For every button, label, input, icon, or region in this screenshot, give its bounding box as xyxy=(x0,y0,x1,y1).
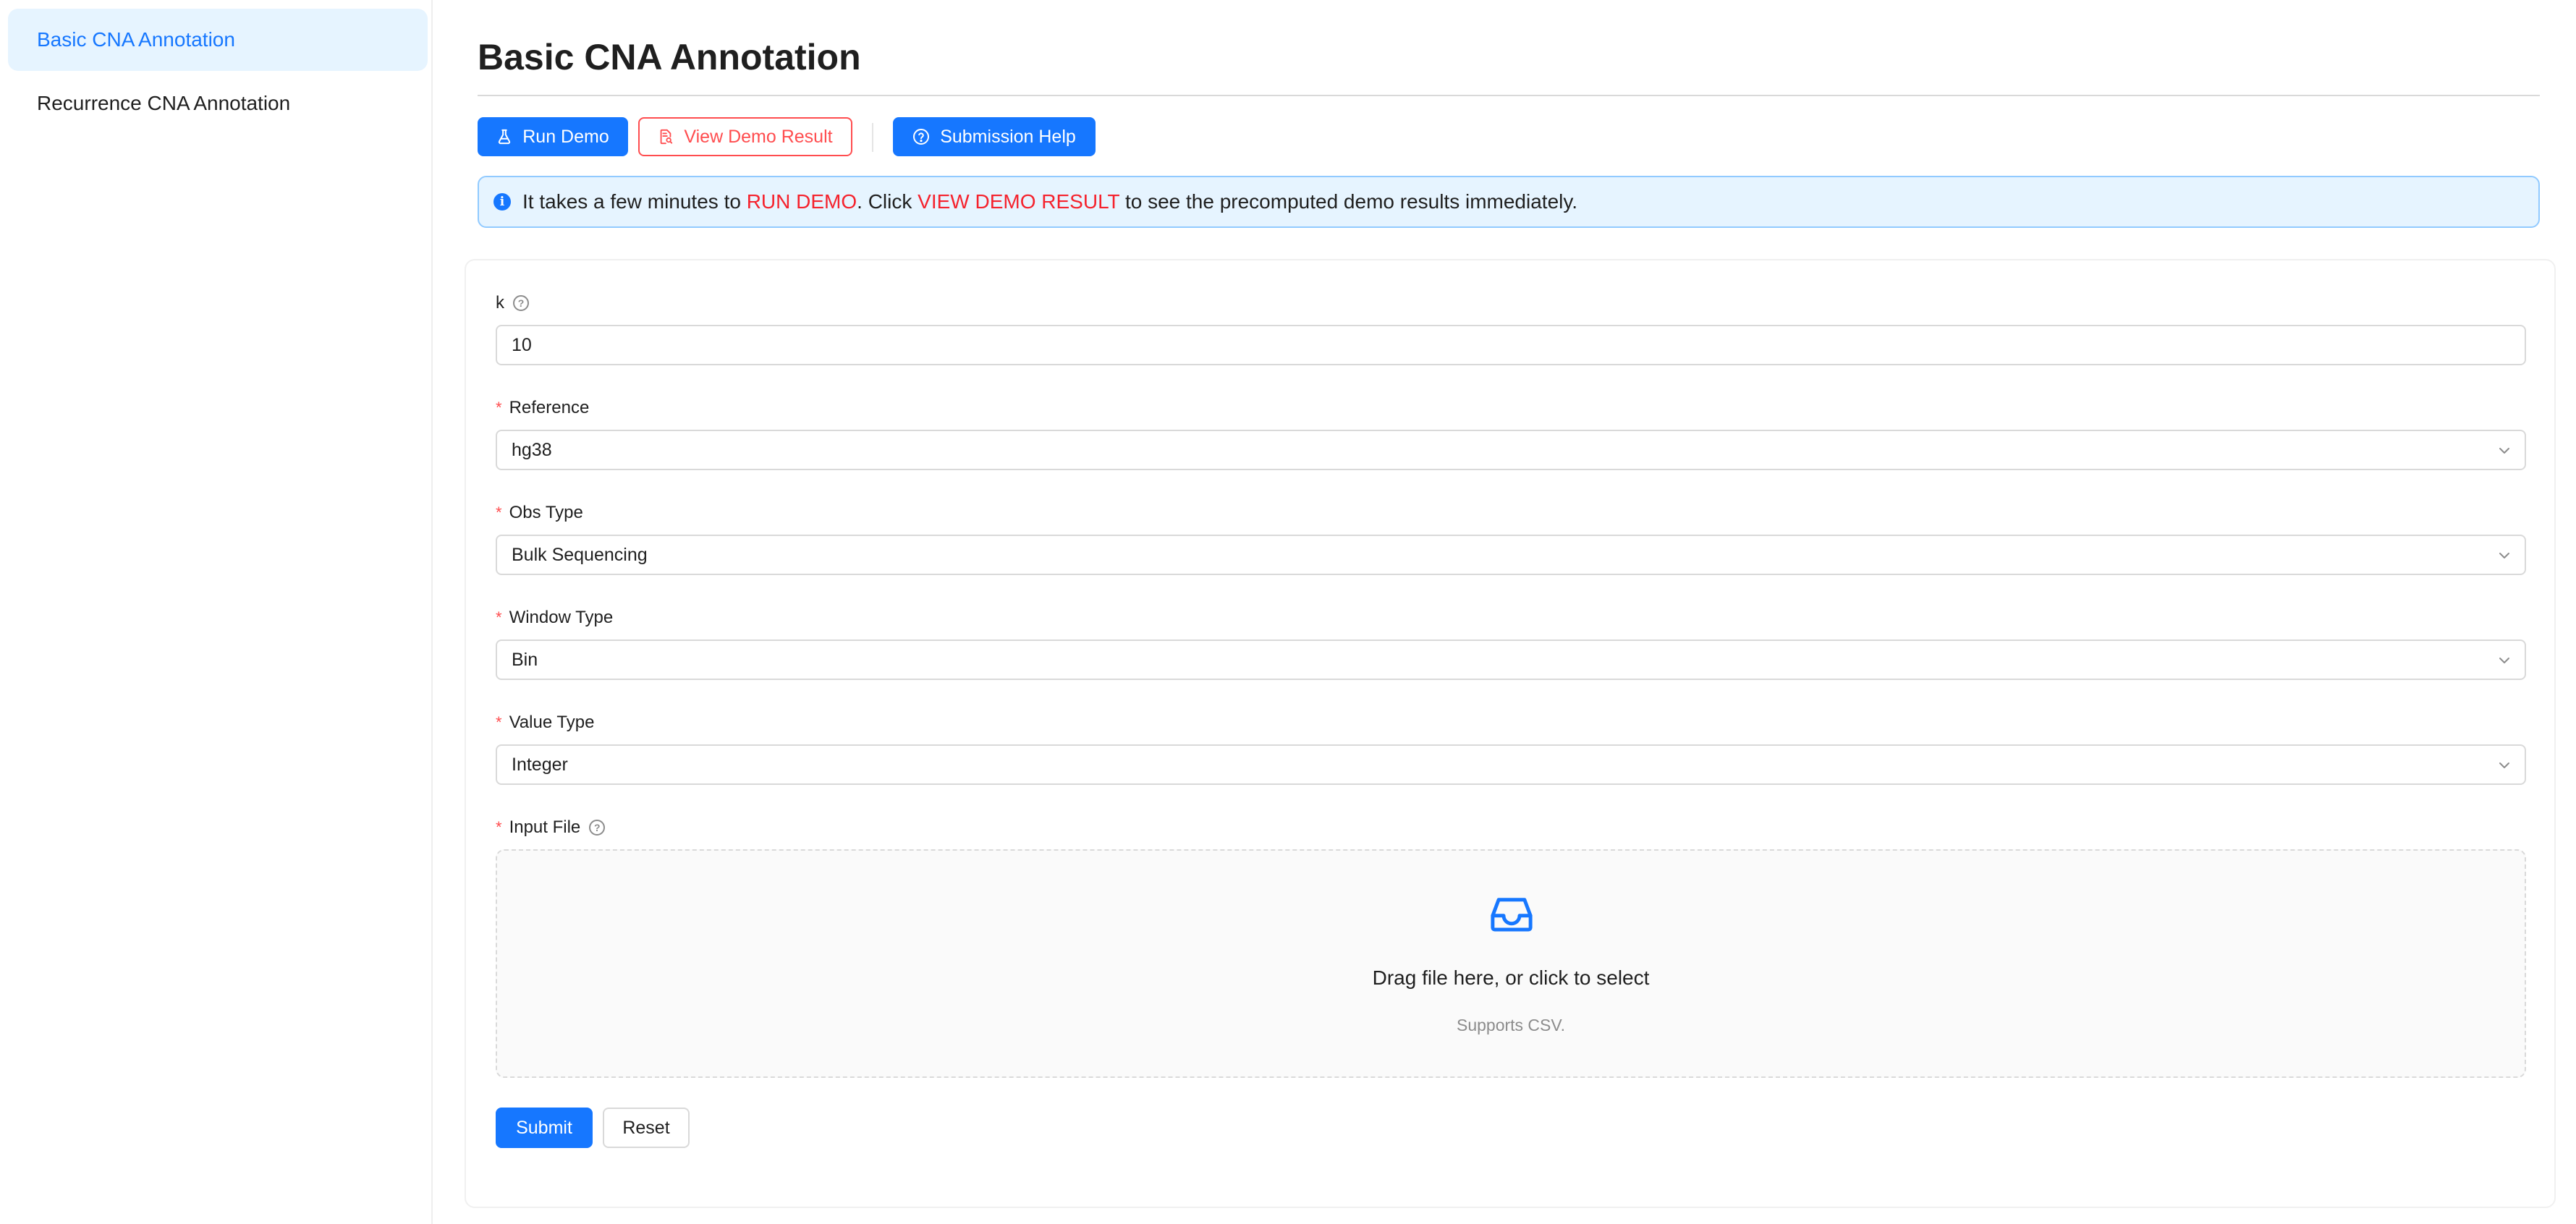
sidebar-item-label: Basic CNA Annotation xyxy=(37,28,235,51)
file-dropzone[interactable]: Drag file here, or click to select Suppo… xyxy=(496,849,2526,1078)
required-mark: * xyxy=(496,399,502,417)
alert-text: It takes a few minutes to RUN DEMO. Clic… xyxy=(522,190,1577,213)
obs-type-select-value: Bulk Sequencing xyxy=(512,544,648,565)
obs-type-label-text: Obs Type xyxy=(509,503,583,522)
reference-label: * Reference xyxy=(496,398,589,418)
view-demo-result-label: View Demo Result xyxy=(684,126,833,147)
k-input[interactable]: 10 xyxy=(496,325,2526,365)
app-root: Basic CNA Annotation Recurrence CNA Anno… xyxy=(0,0,2576,1224)
reference-select[interactable]: hg38 xyxy=(496,430,2526,470)
alert-text-prefix: It takes a few minutes to xyxy=(522,190,747,213)
chevron-down-icon xyxy=(2499,553,2509,558)
annotation-form: k ? 10 * Reference hg38 * Obs Type Bulk … xyxy=(465,259,2556,1208)
alert-run-demo-text: RUN DEMO xyxy=(746,190,857,213)
window-type-select-value: Bin xyxy=(512,649,538,670)
sidebar-item-recurrence-cna-annotation[interactable]: Recurrence CNA Annotation xyxy=(8,72,428,135)
obs-type-label: * Obs Type xyxy=(496,503,583,523)
value-type-select[interactable]: Integer xyxy=(496,744,2526,785)
title-divider xyxy=(478,95,2540,96)
alert-text-suffix: to see the precomputed demo results imme… xyxy=(1119,190,1578,213)
chevron-down-icon xyxy=(2499,448,2509,454)
sidebar: Basic CNA Annotation Recurrence CNA Anno… xyxy=(0,0,433,1224)
question-circle-icon xyxy=(913,129,930,145)
reference-select-value: hg38 xyxy=(512,439,552,460)
inbox-icon xyxy=(1491,898,1533,932)
page-title: Basic CNA Annotation xyxy=(478,37,861,77)
alert-text-middle: . Click xyxy=(857,190,918,213)
alert-view-demo-result-text: VIEW DEMO RESULT xyxy=(918,190,1120,213)
value-type-select-value: Integer xyxy=(512,754,568,775)
value-type-label-text: Value Type xyxy=(509,713,595,732)
required-mark: * xyxy=(496,818,502,836)
input-file-label: * Input File ? xyxy=(496,817,606,838)
window-type-label: * Window Type xyxy=(496,608,613,628)
k-input-value: 10 xyxy=(512,334,532,355)
question-circle-icon[interactable]: ? xyxy=(513,295,529,311)
file-search-icon xyxy=(661,129,673,145)
required-mark: * xyxy=(496,713,502,731)
chevron-down-icon xyxy=(2499,658,2509,663)
question-circle-icon[interactable]: ? xyxy=(589,820,606,836)
toolbar: Run Demo View Demo Result Submission Hel… xyxy=(478,117,2540,156)
obs-type-select[interactable]: Bulk Sequencing xyxy=(496,535,2526,575)
dropzone-title: Drag file here, or click to select xyxy=(1372,966,1650,989)
submit-label: Submit xyxy=(516,1117,572,1138)
toolbar-divider xyxy=(872,123,873,152)
window-type-select[interactable]: Bin xyxy=(496,639,2526,680)
input-file-label-text: Input File xyxy=(509,817,581,837)
submission-help-label: Submission Help xyxy=(940,126,1076,147)
submit-button[interactable]: Submit xyxy=(496,1108,593,1148)
window-type-label-text: Window Type xyxy=(509,608,614,627)
run-demo-button[interactable]: Run Demo xyxy=(478,117,628,156)
required-mark: * xyxy=(496,503,502,522)
reference-label-text: Reference xyxy=(509,398,590,417)
value-type-label: * Value Type xyxy=(496,713,594,733)
k-label: k ? xyxy=(496,293,529,313)
info-circle-icon: i xyxy=(493,193,511,211)
dropzone-hint: Supports CSV. xyxy=(1456,1016,1566,1034)
info-alert: i It takes a few minutes to RUN DEMO. Cl… xyxy=(478,176,2540,228)
required-mark: * xyxy=(496,608,502,626)
chevron-down-icon xyxy=(2499,762,2509,768)
reset-label: Reset xyxy=(622,1117,670,1138)
k-label-text: k xyxy=(496,293,504,313)
reset-button[interactable]: Reset xyxy=(603,1108,690,1148)
flask-icon xyxy=(499,129,511,145)
run-demo-label: Run Demo xyxy=(522,126,609,147)
sidebar-item-label: Recurrence CNA Annotation xyxy=(37,92,291,114)
view-demo-result-button[interactable]: View Demo Result xyxy=(638,117,852,156)
submission-help-button[interactable]: Submission Help xyxy=(893,117,1096,156)
sidebar-item-basic-cna-annotation[interactable]: Basic CNA Annotation xyxy=(8,9,428,71)
